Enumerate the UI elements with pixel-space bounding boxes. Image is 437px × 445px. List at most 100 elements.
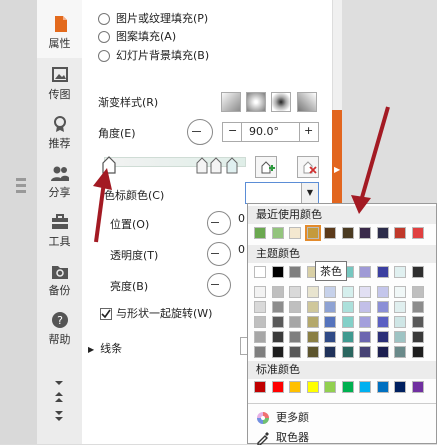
color-swatch[interactable] — [254, 266, 266, 278]
color-swatch[interactable] — [341, 346, 354, 358]
color-swatch[interactable] — [341, 227, 354, 239]
color-swatch[interactable] — [289, 316, 301, 328]
angle-value[interactable]: 90.0° — [249, 125, 279, 138]
color-swatch[interactable] — [359, 266, 371, 278]
color-swatch[interactable] — [306, 381, 319, 393]
color-swatch[interactable] — [376, 381, 389, 393]
sidebar-item-tools[interactable]: 工具 — [37, 213, 82, 249]
color-swatch[interactable] — [359, 346, 371, 358]
color-swatch[interactable] — [324, 381, 336, 393]
fill-option-pattern[interactable]: 图案填充(A) — [98, 28, 176, 44]
sidebar-scroll-controls[interactable] — [52, 378, 66, 438]
color-swatch[interactable] — [376, 227, 389, 239]
color-swatch[interactable] — [376, 266, 389, 278]
color-swatch[interactable] — [289, 301, 301, 313]
color-swatch[interactable] — [394, 266, 406, 278]
color-swatch[interactable] — [254, 301, 266, 313]
color-swatch[interactable] — [254, 316, 266, 328]
color-swatch[interactable] — [324, 346, 336, 358]
add-stop-button[interactable] — [255, 156, 277, 178]
color-swatch[interactable] — [271, 301, 284, 313]
color-swatch[interactable] — [394, 227, 406, 239]
color-swatch[interactable] — [254, 331, 266, 343]
color-swatch[interactable] — [254, 346, 266, 358]
color-swatch[interactable] — [341, 316, 354, 328]
color-swatch[interactable] — [411, 346, 424, 358]
chevron-down-icon[interactable]: ▼ — [301, 183, 318, 203]
color-swatch[interactable] — [359, 316, 371, 328]
color-swatch[interactable] — [359, 286, 371, 298]
color-swatch[interactable] — [376, 331, 389, 343]
radio-pattern[interactable] — [98, 31, 110, 43]
color-swatch[interactable] — [289, 381, 301, 393]
color-swatch[interactable] — [341, 381, 354, 393]
chevron-down-icon[interactable] — [52, 378, 66, 438]
sidebar-item-backup[interactable]: 备份 — [37, 262, 82, 298]
color-swatch[interactable] — [359, 227, 371, 239]
color-swatch[interactable] — [394, 316, 406, 328]
position-dial[interactable] — [207, 211, 231, 235]
sidebar-item-property[interactable]: 属性 — [37, 15, 82, 51]
color-swatch[interactable] — [306, 346, 319, 358]
color-swatch[interactable] — [289, 346, 301, 358]
color-swatch[interactable] — [341, 286, 354, 298]
gradient-stop[interactable] — [226, 157, 238, 174]
color-swatch[interactable] — [324, 316, 336, 328]
sidebar-item-image-upload[interactable]: 传图 — [37, 66, 82, 102]
color-swatch[interactable] — [376, 286, 389, 298]
color-swatch[interactable] — [411, 316, 424, 328]
sidebar-item-help[interactable]: ? 帮助 — [37, 311, 82, 347]
rotate-with-shape-option[interactable]: 与形状一起旋转(W) — [100, 305, 212, 321]
rotate-checkbox[interactable] — [100, 308, 112, 320]
gradient-linear-button[interactable] — [221, 92, 241, 112]
sidebar-item-share[interactable]: 分享 — [37, 164, 82, 200]
color-swatch[interactable] — [394, 381, 406, 393]
gradient-rect-button[interactable] — [271, 92, 291, 112]
color-swatch[interactable] — [411, 266, 424, 278]
color-swatch[interactable] — [289, 286, 301, 298]
sidebar-item-recommend[interactable]: 推荐 — [37, 115, 82, 151]
fill-option-picture[interactable]: 图片或纹理填充(P) — [98, 10, 208, 26]
color-swatch[interactable] — [289, 331, 301, 343]
color-swatch[interactable] — [289, 227, 301, 239]
radio-picture[interactable] — [98, 13, 110, 25]
color-swatch[interactable] — [394, 301, 406, 313]
color-swatch[interactable] — [271, 266, 284, 278]
radio-slide-bg[interactable] — [98, 50, 110, 62]
collapse-grip-icon[interactable] — [16, 178, 26, 202]
gradient-stop[interactable] — [196, 157, 208, 174]
gradient-stops[interactable] — [99, 153, 249, 177]
gradient-stop-selected[interactable] — [102, 156, 116, 174]
color-swatch[interactable] — [359, 301, 371, 313]
color-swatch[interactable] — [271, 331, 284, 343]
color-swatch[interactable] — [324, 227, 336, 239]
color-swatch[interactable] — [306, 301, 319, 313]
color-swatch[interactable] — [254, 381, 266, 393]
angle-decrement-button[interactable]: − — [228, 124, 237, 137]
fill-option-slide-bg[interactable]: 幻灯片背景填充(B) — [98, 47, 209, 63]
stop-color-dropdown[interactable]: ▼ — [245, 182, 319, 204]
color-swatch[interactable] — [306, 316, 319, 328]
remove-stop-button[interactable] — [297, 156, 319, 178]
color-swatch[interactable] — [376, 346, 389, 358]
angle-increment-button[interactable]: + — [304, 124, 313, 137]
color-swatch[interactable] — [324, 286, 336, 298]
eyedropper-item[interactable]: 取色器 — [256, 429, 309, 445]
color-swatch[interactable] — [411, 331, 424, 343]
gradient-stop[interactable] — [210, 157, 222, 174]
color-swatch[interactable] — [254, 286, 266, 298]
color-swatch[interactable] — [289, 266, 301, 278]
color-swatch[interactable] — [411, 286, 424, 298]
line-section-header[interactable]: ▶ 线条 — [88, 340, 122, 356]
color-swatch[interactable] — [254, 227, 266, 239]
angle-dial[interactable] — [187, 119, 213, 145]
color-swatch[interactable] — [411, 301, 424, 313]
color-swatch[interactable] — [271, 381, 284, 393]
color-swatch[interactable] — [306, 286, 319, 298]
transparency-dial[interactable] — [207, 242, 231, 266]
gradient-path-button[interactable] — [297, 92, 317, 112]
color-swatch[interactable] — [359, 381, 371, 393]
color-swatch[interactable] — [376, 301, 389, 313]
more-colors-item[interactable]: 更多颜 — [256, 409, 309, 425]
color-swatch[interactable] — [341, 301, 354, 313]
